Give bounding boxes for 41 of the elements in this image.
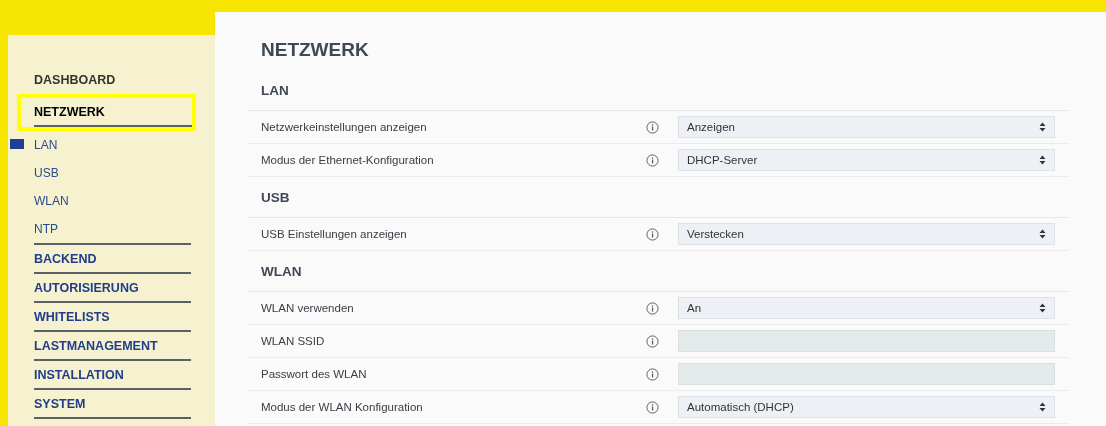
info-icon[interactable] bbox=[646, 153, 659, 167]
setting-label: WLAN SSID bbox=[261, 335, 326, 347]
sidebar-item[interactable]: SYSTEM bbox=[34, 390, 191, 419]
sidebar-item[interactable]: AUTORISIERUNG bbox=[34, 274, 191, 303]
input-field[interactable] bbox=[678, 330, 1055, 352]
caret-icon bbox=[1039, 402, 1046, 412]
select-field[interactable]: Anzeigen bbox=[678, 116, 1055, 138]
caret-icon bbox=[1039, 122, 1046, 132]
sidebar-item[interactable]: WHITELISTS bbox=[34, 303, 191, 332]
sidebar-item[interactable]: BACKEND bbox=[34, 245, 191, 274]
setting-label: Modus der Ethernet-Konfiguration bbox=[261, 154, 435, 166]
select-field[interactable]: Automatisch (DHCP) bbox=[678, 396, 1055, 418]
info-icon[interactable] bbox=[646, 120, 659, 134]
info-icon[interactable] bbox=[646, 227, 659, 241]
section-title: USB bbox=[248, 177, 1069, 218]
info-icon[interactable] bbox=[646, 400, 659, 414]
select-field[interactable]: An bbox=[678, 297, 1055, 319]
sidebar-item[interactable]: LASTMANAGEMENT bbox=[34, 332, 191, 361]
setting-label: Netzwerkeinstellungen anzeigen bbox=[261, 121, 428, 133]
caret-icon bbox=[1039, 155, 1046, 165]
caret-icon bbox=[1039, 229, 1046, 239]
sidebar-subitem[interactable]: NTP bbox=[34, 222, 58, 236]
sidebar-subitem[interactable]: USB bbox=[34, 166, 59, 180]
sidebar-subitem[interactable]: LAN bbox=[34, 138, 58, 152]
caret-icon bbox=[1039, 303, 1046, 313]
section-title: WLAN bbox=[248, 251, 1069, 292]
input-field[interactable] bbox=[678, 363, 1055, 385]
setting-label: Passwort des WLAN bbox=[261, 368, 368, 380]
info-icon[interactable] bbox=[646, 334, 659, 348]
setting-label: Modus der WLAN Konfiguration bbox=[261, 401, 424, 413]
sidebar-item[interactable]: INSTALLATION bbox=[34, 361, 191, 390]
section-title: LAN bbox=[248, 70, 1069, 111]
info-icon[interactable] bbox=[646, 301, 659, 315]
info-icon[interactable] bbox=[646, 367, 659, 381]
sidebar-item[interactable]: DASHBOARD bbox=[34, 65, 191, 94]
sidebar-subitem[interactable]: WLAN bbox=[34, 194, 69, 208]
select-field[interactable]: Verstecken bbox=[678, 223, 1055, 245]
setting-label: USB Einstellungen anzeigen bbox=[261, 228, 408, 240]
page-title: NETZWERK bbox=[261, 38, 370, 62]
select-field[interactable]: DHCP-Server bbox=[678, 149, 1055, 171]
setting-label: WLAN verwenden bbox=[261, 302, 355, 314]
